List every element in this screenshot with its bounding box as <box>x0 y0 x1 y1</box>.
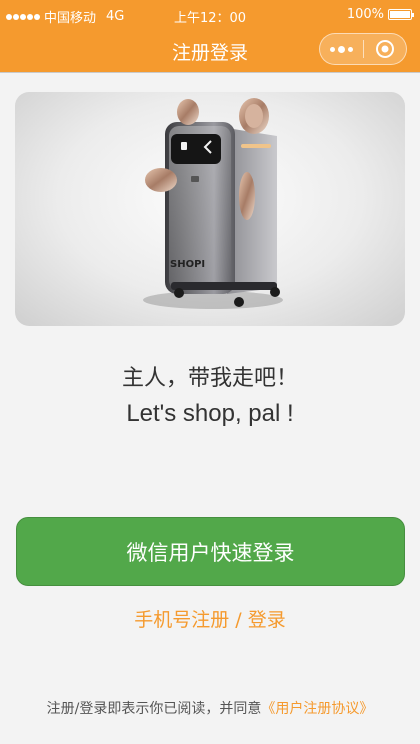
brand-mark: SHOPI <box>170 259 205 270</box>
circle-close-icon[interactable] <box>364 34 406 64</box>
phone-auth-links: 手机号注册 / 登录 <box>0 605 420 632</box>
phone-login-link[interactable]: 登录 <box>248 609 286 631</box>
mini-program-capsule <box>319 33 407 65</box>
user-agreement-link[interactable]: 《用户注册协议》 <box>261 701 373 717</box>
hero-image: SHOPI <box>15 92 405 326</box>
wechat-login-button[interactable]: 微信用户快速登录 <box>16 517 405 586</box>
link-separator: / <box>229 609 248 631</box>
battery-icon <box>388 9 414 20</box>
status-right: 100% <box>346 7 414 22</box>
more-dots-icon[interactable] <box>320 34 363 64</box>
agreement-notice: 注册/登录即表示你已阅读，并同意《用户注册协议》 <box>0 698 420 718</box>
battery-fill <box>390 11 410 18</box>
agreement-notice-text: 注册/登录即表示你已阅读，并同意 <box>46 701 262 717</box>
battery-percent: 100% <box>346 7 384 22</box>
nav-bar: 注册登录 <box>0 30 420 73</box>
tagline-chinese: 主人，带我走吧！ <box>121 366 298 391</box>
tagline-english: Let's shop, pal ! <box>126 400 294 427</box>
smart-suitcase-robot-image: SHOPI <box>143 98 283 309</box>
status-bar: 中国移动 4G 上午12：00 100% <box>0 0 420 30</box>
phone-register-link[interactable]: 手机号注册 <box>134 609 229 631</box>
